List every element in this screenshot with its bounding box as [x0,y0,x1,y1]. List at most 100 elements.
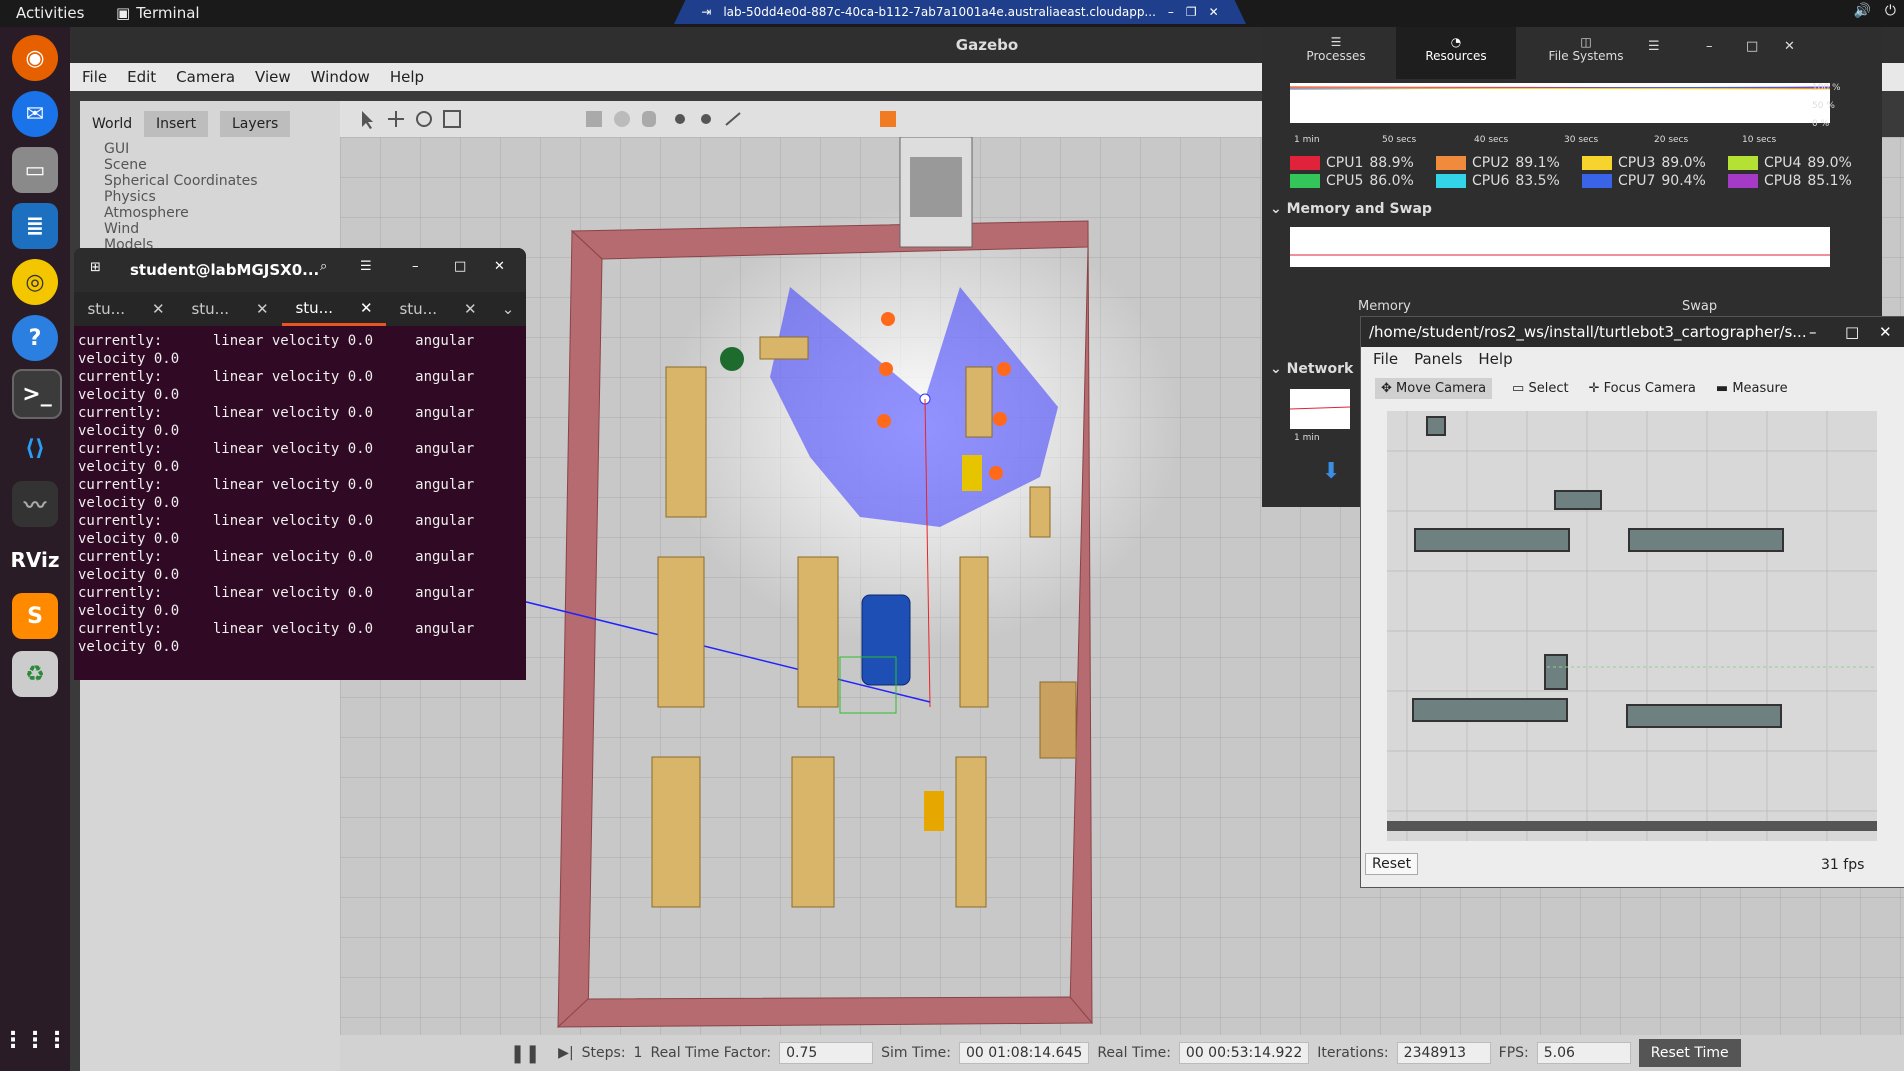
terminal-tab[interactable]: stu... ✕ [178,292,282,326]
app-menu[interactable]: ▣ Terminal [116,4,200,22]
translate-tool-icon[interactable] [388,111,404,127]
files-icon[interactable]: ▭ [12,147,58,193]
tab-processes[interactable]: ☰ Processes [1276,35,1396,63]
maximize-icon[interactable]: □ [1845,317,1859,347]
record-icon[interactable] [880,111,896,127]
sublime-icon[interactable]: S [12,593,58,639]
steps-value[interactable]: 1 [634,1045,643,1061]
close-icon[interactable]: ✕ [464,300,477,318]
maximize-icon[interactable]: □ [1746,39,1758,54]
box-icon[interactable] [586,111,602,127]
tab-insert[interactable]: Insert [144,111,209,137]
focus-camera-tool[interactable]: ✛ Focus Camera [1589,381,1696,396]
tree-item-wind[interactable]: Wind [104,221,139,237]
cpu-color-swatch[interactable] [1436,156,1466,170]
menu-help[interactable]: Help [390,68,424,86]
vscode-icon[interactable]: ⟨⟩ [12,425,58,471]
rotate-tool-icon[interactable] [416,111,432,127]
rviz-window[interactable]: /home/student/ros2_ws/install/turtlebot3… [1360,316,1904,888]
terminal-icon[interactable]: >_ [12,369,62,419]
close-icon[interactable]: ✕ [1784,39,1795,54]
close-icon[interactable]: ✕ [494,259,505,274]
tab-world[interactable]: World [80,111,145,137]
writer-icon[interactable]: ≣ [12,203,58,249]
move-camera-tool[interactable]: ✥ Move Camera [1375,377,1493,399]
tree-item-spherical[interactable]: Spherical Coordinates [104,173,258,189]
tab-file-systems[interactable]: ◫ File Systems [1526,35,1646,63]
close-icon[interactable]: ✕ [1879,317,1892,347]
cpu-color-swatch[interactable] [1290,174,1320,188]
minimize-icon[interactable]: – [412,259,419,274]
close-icon[interactable]: ✕ [360,299,373,317]
close-icon[interactable]: ✕ [256,300,269,318]
sphere-icon[interactable] [614,111,630,127]
minimize-icon[interactable]: – [1809,317,1817,347]
directional-light-icon[interactable] [725,112,741,126]
pause-icon[interactable]: ❚❚ [510,1043,540,1064]
reset-time-button[interactable]: Reset Time [1638,1039,1741,1067]
terminal-tab-active[interactable]: stu... ✕ [282,292,386,326]
cpu-color-swatch[interactable] [1728,156,1758,170]
cpu-color-swatch[interactable] [1436,174,1466,188]
new-tab-icon[interactable]: ⊞ [90,260,101,275]
cpu-color-swatch[interactable] [1582,156,1612,170]
minimize-icon[interactable]: – [1168,5,1174,19]
menu-icon[interactable]: ☰ [1648,39,1660,54]
point-light-icon[interactable] [675,114,685,124]
close-icon[interactable]: ✕ [1209,5,1219,19]
menu-panels[interactable]: Panels [1414,350,1462,368]
menu-file[interactable]: File [82,68,107,86]
thunderbird-icon[interactable]: ✉ [12,91,58,137]
tree-item-gui[interactable]: GUI [104,141,129,157]
trash-icon[interactable]: ♻ [12,651,58,697]
close-icon[interactable]: ✕ [152,300,165,318]
firefox-icon[interactable]: ◉ [12,35,58,81]
menu-icon[interactable]: ☰ [360,259,372,274]
menu-view[interactable]: View [255,68,291,86]
system-tray[interactable]: 🔊 ⏻ [1853,3,1904,19]
tree-item-physics[interactable]: Physics [104,189,156,205]
tabs-dropdown-icon[interactable]: ⌄ [490,292,526,326]
cylinder-icon[interactable] [642,111,656,127]
menu-edit[interactable]: Edit [127,68,156,86]
cpu-color-swatch[interactable] [1290,156,1320,170]
menu-camera[interactable]: Camera [176,68,235,86]
activities-button[interactable]: Activities [16,4,84,22]
menu-help[interactable]: Help [1478,350,1512,368]
rviz-icon[interactable]: RViz [10,537,59,583]
rhythmbox-icon[interactable]: ◎ [12,259,58,305]
help-icon[interactable]: ? [12,315,58,361]
minimize-icon[interactable]: – [1706,39,1713,54]
tree-item-atmosphere[interactable]: Atmosphere [104,205,189,221]
terminal-output[interactable]: currently: linear velocity 0.0 angular ve… [74,328,526,660]
spot-light-icon[interactable] [701,114,711,124]
power-icon[interactable]: ⏻ [1885,3,1896,19]
maximize-icon[interactable]: □ [454,259,466,274]
search-icon[interactable]: ⌕ [320,259,327,274]
terminal-tab[interactable]: stu... ✕ [74,292,178,326]
menu-file[interactable]: File [1373,350,1398,368]
terminal-window[interactable]: ⊞ student@labMGJSX0... ⌕ ☰ – □ ✕ stu... ✕… [74,248,526,680]
cpu-color-swatch[interactable] [1728,174,1758,188]
tab-resources[interactable]: ◔ Resources [1396,27,1516,79]
apps-grid-icon[interactable]: ⋮⋮⋮ [2,1017,68,1063]
tree-item-scene[interactable]: Scene [104,157,147,173]
volume-icon[interactable]: 🔊 [1853,3,1870,19]
select-tool-icon[interactable] [362,111,373,129]
memory-section-header[interactable]: ⌄ Memory and Swap [1270,201,1432,217]
step-icon[interactable]: ▶| [558,1045,573,1061]
select-tool[interactable]: ▭ Select [1512,381,1569,396]
pin-icon[interactable]: ⇥ [701,5,711,19]
scale-tool-icon[interactable] [443,110,461,128]
cpu-color-swatch[interactable] [1582,174,1612,188]
rviz-map-view[interactable] [1387,411,1877,841]
network-section-header[interactable]: ⌄ Network [1270,361,1353,377]
system-monitor-icon[interactable]: 〰 [12,481,58,527]
measure-tool[interactable]: ▬ Measure [1716,381,1788,396]
menu-window[interactable]: Window [311,68,370,86]
terminal-tab[interactable]: stu... ✕ [386,292,490,326]
vnc-title-bar[interactable]: ⇥ lab-50dd4e0d-887c-40ca-b112-7ab7a1001a… [674,0,1246,24]
restore-icon[interactable]: ❐ [1186,5,1197,19]
reset-button[interactable]: Reset [1365,853,1419,875]
tab-layers[interactable]: Layers [220,111,291,137]
